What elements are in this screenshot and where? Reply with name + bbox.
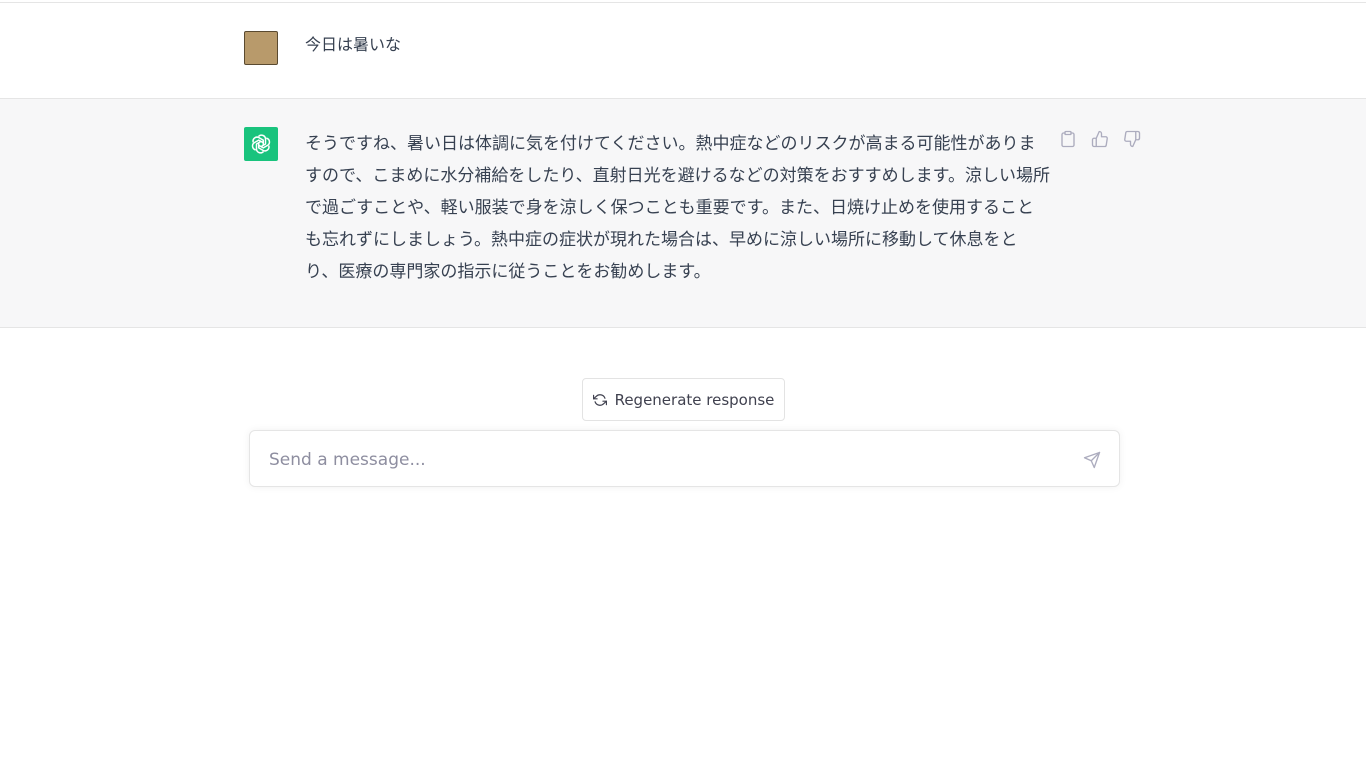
thumbs-down-button[interactable] [1122, 129, 1142, 149]
clipboard-icon [1061, 130, 1075, 148]
message-actions [1058, 129, 1142, 149]
regenerate-response-button[interactable]: Regenerate response [582, 378, 785, 421]
thumbs-up-icon [1091, 130, 1108, 148]
user-message-text: 今日は暑いな [305, 35, 402, 54]
openai-logo-icon [251, 134, 271, 154]
send-button[interactable] [1080, 449, 1104, 471]
assistant-message-text: そうですね、暑い日は体調に気を付けてください。熱中症などのリスクが高まる可能性が… [305, 134, 1050, 282]
user-avatar [244, 31, 278, 65]
paper-plane-icon [1083, 451, 1101, 469]
assistant-avatar [244, 127, 278, 161]
refresh-icon [592, 393, 607, 406]
regenerate-label: Regenerate response [614, 390, 775, 409]
message-composer [249, 430, 1120, 488]
chat-page: 今日は暑いな そうですね、暑い日は体調に気を付けてください。熱中症などのリスクが… [0, 0, 1366, 768]
message-input[interactable] [267, 431, 1061, 488]
user-message-row: 今日は暑いな [0, 3, 1366, 99]
thumbs-down-icon [1124, 130, 1141, 148]
thumbs-up-button[interactable] [1090, 129, 1110, 149]
assistant-message-row: そうですね、暑い日は体調に気を付けてください。熱中症などのリスクが高まる可能性が… [0, 99, 1366, 328]
copy-button[interactable] [1058, 129, 1078, 149]
